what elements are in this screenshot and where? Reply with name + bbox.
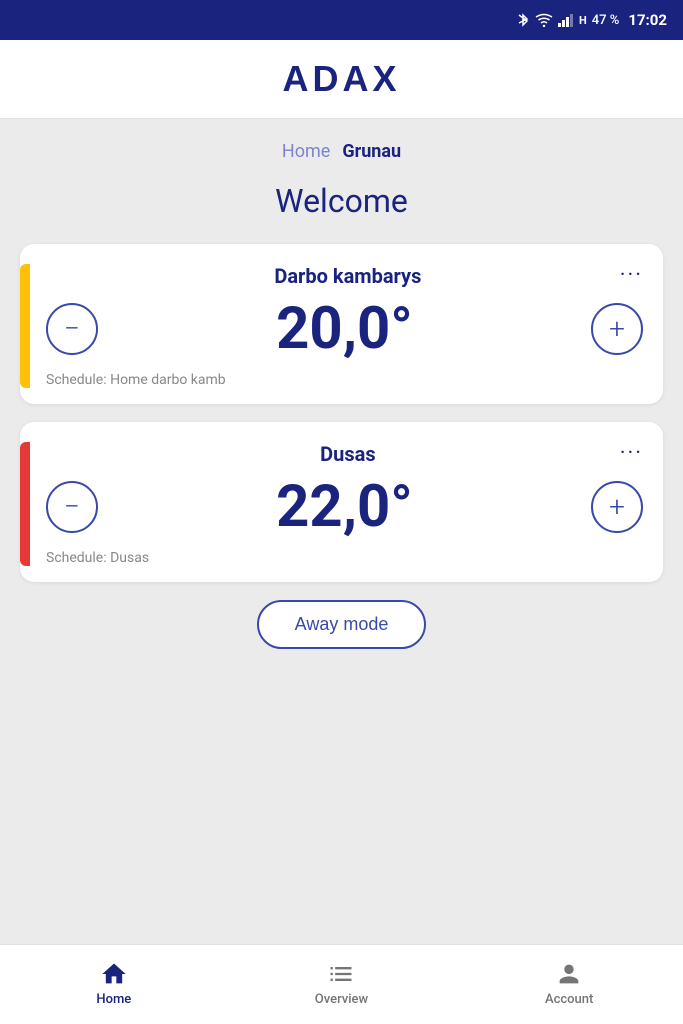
status-bar: H 47 % 17:02 <box>0 0 683 40</box>
account-icon <box>555 960 583 988</box>
nav-item-account[interactable]: Account <box>529 960 609 1007</box>
app-header: ADAX <box>0 40 683 119</box>
away-mode-container: Away mode <box>0 600 683 649</box>
minus-icon-darbo: − <box>64 315 80 343</box>
away-mode-button[interactable]: Away mode <box>257 600 427 649</box>
card-body-dusas: Dusas ··· − 22,0° + Schedule: Dusas <box>46 442 643 566</box>
temperature-dusas: 22,0° <box>276 478 413 536</box>
bluetooth-icon <box>516 11 530 29</box>
card-header-dusas: Dusas ··· <box>46 442 643 466</box>
card-accent-darbo <box>20 264 30 388</box>
device-menu-dusas[interactable]: ··· <box>620 443 643 465</box>
minus-icon-dusas: − <box>64 493 80 521</box>
nav-item-home[interactable]: Home <box>74 960 154 1007</box>
app-logo: ADAX <box>282 58 400 100</box>
schedule-darbo: Schedule: Home darbo kamb <box>46 372 643 388</box>
overview-icon <box>327 960 355 988</box>
device-name-darbo: Darbo kambarys <box>76 264 620 288</box>
signal-icon <box>558 13 574 27</box>
bottom-nav: Home Overview Account <box>0 944 683 1024</box>
breadcrumb: Home Grunau <box>0 119 683 172</box>
card-accent-dusas <box>20 442 30 566</box>
card-controls-darbo: − 20,0° + <box>46 296 643 362</box>
plus-icon-darbo: + <box>609 315 625 343</box>
increase-temp-darbo[interactable]: + <box>591 303 643 355</box>
welcome-title: Welcome <box>0 182 683 220</box>
main-content: Home Grunau Welcome Darbo kambarys ··· −… <box>0 119 683 944</box>
network-type-indicator: H <box>579 14 587 27</box>
nav-label-home: Home <box>96 992 131 1007</box>
nav-label-account: Account <box>545 992 593 1007</box>
card-header-darbo: Darbo kambarys ··· <box>46 264 643 288</box>
device-menu-darbo[interactable]: ··· <box>620 265 643 287</box>
plus-icon-dusas: + <box>609 493 625 521</box>
status-time: 17:02 <box>628 11 667 29</box>
device-card-darbo: Darbo kambarys ··· − 20,0° + Schedule: H… <box>20 244 663 404</box>
nav-label-overview: Overview <box>315 992 368 1007</box>
device-card-dusas: Dusas ··· − 22,0° + Schedule: Dusas <box>20 422 663 582</box>
breadcrumb-home[interactable]: Home <box>282 141 330 162</box>
home-icon <box>100 960 128 988</box>
temperature-darbo: 20,0° <box>276 300 413 358</box>
decrease-temp-darbo[interactable]: − <box>46 303 98 355</box>
wifi-icon <box>535 13 553 27</box>
battery-percentage: 47 % <box>592 13 620 28</box>
nav-item-overview[interactable]: Overview <box>301 960 381 1007</box>
card-body-darbo: Darbo kambarys ··· − 20,0° + Schedule: H… <box>46 264 643 388</box>
status-icons: H 47 % 17:02 <box>516 11 667 29</box>
device-name-dusas: Dusas <box>76 442 620 466</box>
schedule-dusas: Schedule: Dusas <box>46 550 643 566</box>
increase-temp-dusas[interactable]: + <box>591 481 643 533</box>
decrease-temp-dusas[interactable]: − <box>46 481 98 533</box>
breadcrumb-active[interactable]: Grunau <box>342 141 401 162</box>
card-controls-dusas: − 22,0° + <box>46 474 643 540</box>
